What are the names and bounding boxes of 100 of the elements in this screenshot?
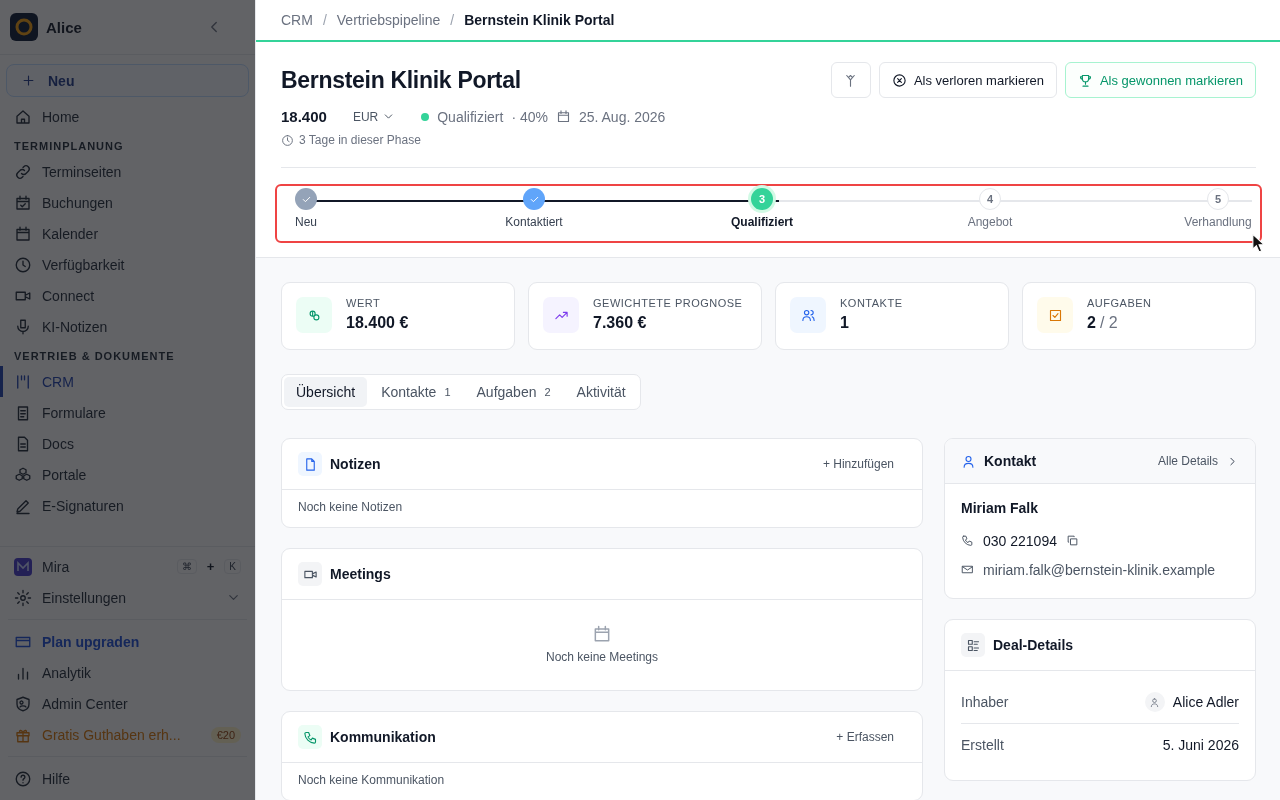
- stat-value: 18.400 €: [346, 314, 409, 331]
- status-dot: [421, 112, 430, 121]
- section-heading: TERMINPLANUNG: [13, 139, 125, 154]
- trophy-icon: [1077, 72, 1093, 88]
- new-button[interactable]: Neu: [6, 64, 249, 97]
- assistant-item[interactable]: Mira ⌘ + K: [0, 551, 255, 582]
- section-heading: VERTRIEB & DOKUMENTE: [13, 349, 176, 364]
- nav-item[interactable]: KI-Notizen: [0, 311, 255, 342]
- field-label: Inhaber: [961, 694, 1010, 710]
- section-title: Kommunikation: [330, 729, 437, 745]
- tab[interactable]: Aufgaben 2: [464, 377, 563, 407]
- stage-label: Kontaktiert: [505, 215, 563, 229]
- checkbox-icon: [1047, 307, 1063, 323]
- deal-stage: Qualifiziert: [437, 108, 504, 125]
- phase-duration: 3 Tage in dieser Phase: [299, 133, 421, 147]
- phone-icon: [961, 534, 974, 547]
- stat-total: / 2: [1099, 314, 1118, 331]
- empty-message: Noch keine Kommunikation: [298, 773, 445, 787]
- nav-item[interactable]: Hilfe: [0, 763, 255, 794]
- nav-icon: [14, 465, 32, 484]
- mail-icon: [961, 563, 974, 576]
- deal-probability: · 40%: [511, 108, 548, 125]
- stage-label: Verhandlung: [1184, 215, 1252, 229]
- settings-icon: [14, 588, 32, 607]
- plus-sign: +: [206, 559, 215, 574]
- stat-label: AUFGABEN: [1087, 297, 1152, 309]
- email-address[interactable]: miriam.falk@bernstein-klinik.example: [983, 561, 1216, 578]
- card-title: Kontakt: [984, 453, 1038, 469]
- empty-message: Noch keine Meetings: [545, 650, 659, 664]
- nav-item[interactable]: E-Signaturen: [0, 490, 255, 521]
- stat-label: GEWICHTETE PROGNOSE: [593, 297, 743, 309]
- clock-icon: [281, 133, 294, 147]
- assistant-icon: [14, 557, 32, 576]
- nav-item[interactable]: Kalender: [0, 218, 255, 249]
- nav-item[interactable]: Buchungen: [0, 187, 255, 218]
- nav-item[interactable]: Analytik: [0, 657, 255, 688]
- mark-won-button[interactable]: Als gewonnen markieren: [1064, 62, 1256, 98]
- credit-badge: €20: [210, 726, 241, 743]
- nav-icon: [14, 224, 32, 243]
- stat-value: 7.360 €: [593, 314, 647, 331]
- nav-item[interactable]: Formulare: [0, 397, 255, 428]
- stage-marker[interactable]: [295, 188, 317, 210]
- nav-item[interactable]: Connect: [0, 280, 255, 311]
- nav-item[interactable]: Verfügbarkeit: [0, 249, 255, 280]
- nav-item[interactable]: Docs: [0, 428, 255, 459]
- tab[interactable]: Übersicht: [284, 377, 368, 407]
- nav-icon: [14, 372, 32, 391]
- close-date: 25. Aug. 2026: [578, 108, 666, 125]
- key-cap: K: [224, 559, 241, 574]
- breadcrumb-link[interactable]: Bernstein Klinik Portal: [464, 12, 615, 28]
- calendar-icon: [592, 624, 612, 644]
- list-icon: [965, 637, 981, 653]
- nav-icon: [14, 317, 32, 336]
- nav-icon: [14, 255, 32, 274]
- coins-icon: [306, 307, 322, 323]
- add-link[interactable]: + Erfassen: [836, 730, 894, 744]
- nav-item[interactable]: Portale: [0, 459, 255, 490]
- stage-label: Qualifiziert: [731, 215, 793, 229]
- user-icon: [961, 453, 976, 469]
- breadcrumb-separator: /: [450, 12, 455, 28]
- field-label: Erstellt: [961, 737, 1005, 753]
- tab[interactable]: Aktivität: [564, 377, 638, 407]
- calendar-icon: [555, 109, 571, 124]
- details-link[interactable]: Alle Details: [1157, 454, 1218, 468]
- user-icon: [1149, 696, 1161, 708]
- stat-value: 1: [840, 314, 849, 331]
- stat-label: KONTAKTE: [840, 297, 903, 309]
- contact-name: Miriam Falk: [961, 500, 1040, 516]
- nav-item[interactable]: Home: [0, 101, 255, 132]
- section-title: Notizen: [330, 456, 382, 472]
- stage-label: Angebot: [967, 215, 1013, 229]
- nav-item[interactable]: Terminseiten: [0, 156, 255, 187]
- breadcrumb-link[interactable]: Vertriebspipeline: [336, 12, 441, 28]
- mark-lost-button[interactable]: Als verloren markieren: [878, 62, 1057, 98]
- phone-icon: [302, 729, 318, 745]
- plus-icon: [21, 73, 36, 88]
- tab[interactable]: Kontakte 1: [369, 377, 463, 407]
- nav-icon: [14, 769, 32, 788]
- field-value: Alice Adler: [1172, 694, 1239, 710]
- nav-item[interactable]: Gratis Guthaben erh... €20: [0, 719, 255, 750]
- stage-marker[interactable]: 4: [979, 188, 1001, 210]
- workspace-name: Alice: [46, 18, 83, 36]
- stage-marker[interactable]: 5: [1207, 188, 1229, 210]
- field-value: 5. Juni 2026: [1162, 737, 1239, 753]
- copy-icon: [1065, 534, 1079, 547]
- settings-item[interactable]: Einstellungen: [0, 582, 255, 613]
- stage-marker[interactable]: [523, 188, 545, 210]
- empty-message: Noch keine Notizen: [298, 500, 403, 514]
- currency-select[interactable]: EUR: [352, 109, 396, 124]
- logo-icon: [10, 13, 38, 41]
- nav-item[interactable]: Plan upgraden: [0, 626, 255, 657]
- merge-button[interactable]: [830, 62, 871, 98]
- stat-value: 2: [1087, 314, 1096, 331]
- stage-marker[interactable]: 3: [751, 188, 773, 210]
- add-link[interactable]: + Hinzufügen: [822, 457, 894, 471]
- breadcrumb-link[interactable]: CRM: [281, 12, 313, 28]
- breadcrumb-separator: /: [322, 12, 327, 28]
- key-cap: ⌘: [176, 559, 197, 574]
- nav-icon: [14, 694, 32, 713]
- nav-item[interactable]: Admin Center: [0, 688, 255, 719]
